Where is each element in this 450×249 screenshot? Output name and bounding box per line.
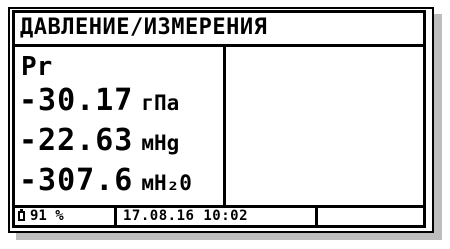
reading-value: -30.17 <box>19 83 134 118</box>
status-bar: 91 % 17.08.16 10:02 <box>15 205 423 225</box>
channel-label: Pr <box>21 52 53 82</box>
reading-value: -307.6 <box>19 163 134 198</box>
reading-row: -30.17 гПа <box>19 81 179 121</box>
screen-title: ДАВЛЕНИЕ/ИЗМЕРЕНИЯ <box>15 13 423 47</box>
display-frame: ДАВЛЕНИЕ/ИЗМЕРЕНИЯ Pr -30.17 гПа -22.63 мН… <box>12 10 426 228</box>
reading-row: -22.63 мНg <box>19 121 179 161</box>
empty-panel <box>226 47 423 205</box>
datetime-cell: 17.08.16 10:02 <box>117 208 318 225</box>
reading-unit: мНg <box>141 131 180 155</box>
status-extra-cell <box>318 208 423 225</box>
readings-panel: Pr -30.17 гПа -22.63 мНg -307.6 мН₂0 <box>15 47 226 205</box>
battery-cell: 91 % <box>15 208 117 225</box>
battery-icon <box>18 209 25 221</box>
reading-row: -307.6 мН₂0 <box>19 161 192 201</box>
reading-unit: гПа <box>141 91 180 115</box>
reading-value: -22.63 <box>19 123 134 158</box>
reading-unit: мН₂0 <box>141 171 192 195</box>
battery-level: 91 % <box>30 208 64 224</box>
